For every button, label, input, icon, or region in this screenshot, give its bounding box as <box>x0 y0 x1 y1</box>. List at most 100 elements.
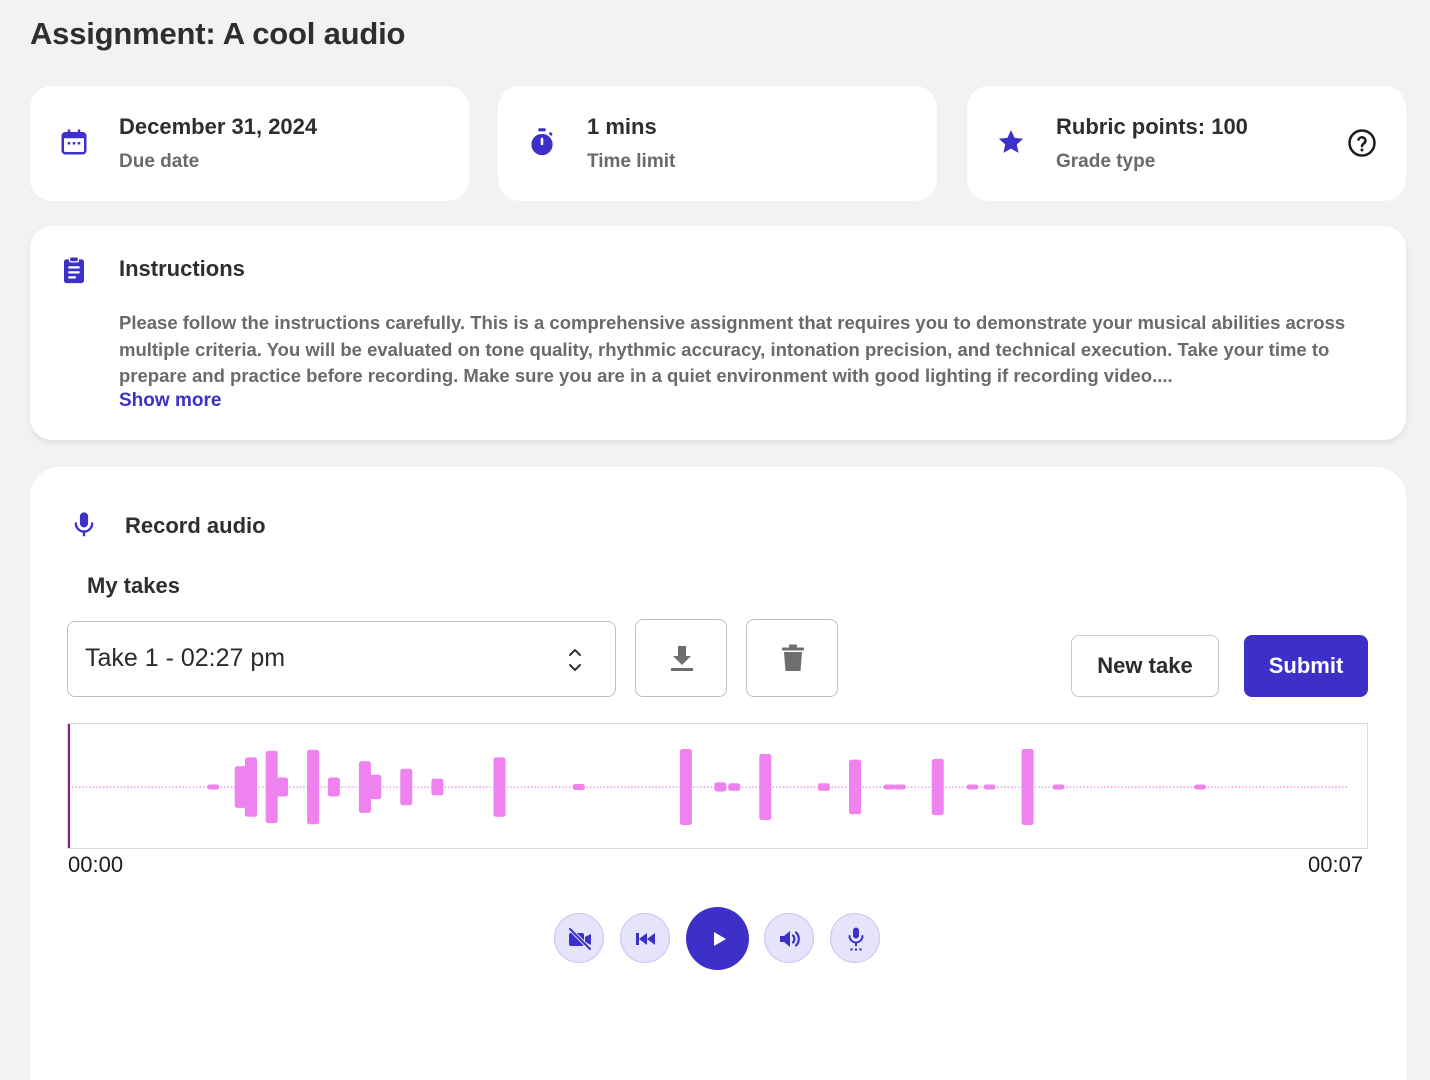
waveform-baseline-segment <box>1135 786 1137 788</box>
waveform-baseline-segment <box>562 786 564 788</box>
trash-icon <box>782 644 804 671</box>
take-select[interactable]: Take 1 - 02:27 pm <box>67 621 616 697</box>
waveform-baseline-segment <box>1321 786 1323 788</box>
waveform-baseline-segment <box>189 786 191 788</box>
camera-off-button[interactable] <box>554 913 604 963</box>
play-button[interactable] <box>686 907 749 970</box>
waveform-baseline-segment <box>158 786 160 788</box>
waveform-baseline-segment <box>1242 786 1244 788</box>
waveform-baseline-segment <box>658 786 661 788</box>
waveform-baseline-segment <box>1155 786 1158 788</box>
waveform-baseline-segment <box>613 786 616 788</box>
waveform-baseline-segment <box>1028 786 1030 788</box>
help-circle-icon[interactable] <box>1347 128 1377 158</box>
waveform-baseline-segment <box>72 786 74 788</box>
waveform-baseline-segment <box>1345 786 1348 788</box>
waveform-baseline-segment <box>1210 786 1213 788</box>
waveform-baseline-segment <box>558 786 561 788</box>
waveform-baseline-segment <box>223 786 226 788</box>
waveform-baseline-segment <box>793 786 795 788</box>
waveform-baseline-segment <box>113 786 115 788</box>
waveform-baseline-segment <box>1066 786 1068 788</box>
waveform-baseline-segment <box>707 786 709 788</box>
waveform[interactable] <box>67 723 1368 849</box>
waveform-baseline-segment <box>1273 786 1275 788</box>
waveform-baseline-segment <box>786 786 788 788</box>
waveform-baseline-segment <box>286 786 288 788</box>
playhead[interactable] <box>68 724 70 848</box>
waveform-baseline-segment <box>686 786 688 788</box>
volume-button[interactable] <box>764 913 814 963</box>
waveform-baseline-segment <box>810 786 813 788</box>
video-off-icon <box>568 927 592 951</box>
microphone-button[interactable] <box>830 913 880 963</box>
time-limit-card: 1 mins Time limit <box>498 86 937 201</box>
waveform-baseline-segment <box>1169 786 1172 788</box>
waveform-baseline-segment <box>1262 786 1265 788</box>
waveform-baseline-segment <box>579 786 581 788</box>
waveform-baseline-segment <box>1062 786 1065 788</box>
waveform-baseline-segment <box>1304 786 1306 788</box>
waveform-baseline-segment <box>151 786 153 788</box>
waveform-baseline-segment <box>320 786 323 788</box>
waveform-baseline-segment <box>1104 786 1106 788</box>
waveform-baseline-segment <box>1331 786 1334 788</box>
waveform-baseline-segment <box>541 786 543 788</box>
waveform-baseline-segment <box>1141 786 1144 788</box>
waveform-baseline-segment <box>413 786 416 788</box>
time-end: 00:07 <box>1308 852 1364 877</box>
waveform-baseline-segment <box>365 786 367 788</box>
waveform-baseline-segment <box>1300 786 1303 788</box>
my-takes-label: My takes <box>87 573 180 598</box>
waveform-baseline-segment <box>1324 786 1327 788</box>
waveform-baseline-segment <box>141 786 143 788</box>
waveform-baseline-segment <box>1328 786 1330 788</box>
waveform-baseline-segment <box>1245 786 1248 788</box>
waveform-baseline-segment <box>1128 786 1130 788</box>
waveform-baseline-segment <box>672 786 675 788</box>
new-take-button[interactable]: New take <box>1071 635 1219 697</box>
waveform-baseline-segment <box>745 786 747 788</box>
waveform-baseline-segment <box>610 786 612 788</box>
waveform-baseline-segment <box>1248 786 1251 788</box>
waveform-baseline-segment <box>1280 786 1282 788</box>
waveform-baseline-segment <box>1200 786 1203 788</box>
waveform-baseline-segment <box>769 786 771 788</box>
waveform-baseline-segment <box>755 786 757 788</box>
waveform-baseline-segment <box>979 786 982 788</box>
skip-back-button[interactable] <box>620 913 670 963</box>
waveform-baseline-segment <box>120 786 122 788</box>
waveform-baseline-segment <box>607 786 609 788</box>
waveform-baseline-segment <box>603 786 606 788</box>
delete-take-button[interactable] <box>746 619 838 697</box>
waveform-baseline-segment <box>1010 786 1013 788</box>
waveform-baseline-segment <box>1190 786 1192 788</box>
download-button[interactable] <box>635 619 727 697</box>
waveform-baseline-segment <box>85 786 88 788</box>
waveform-baseline-segment <box>921 786 923 788</box>
show-more-link[interactable]: Show more <box>119 390 221 412</box>
waveform-baseline-segment <box>907 786 909 788</box>
time-limit-label: Time limit <box>587 151 676 172</box>
waveform-baseline-segment <box>796 786 799 788</box>
waveform-baseline-segment <box>551 786 554 788</box>
waveform-baseline-segment <box>1145 786 1147 788</box>
waveform-baseline-segment <box>1090 786 1092 788</box>
waveform-baseline-segment <box>123 786 126 788</box>
record-audio-title: Record audio <box>125 513 266 538</box>
waveform-baseline-segment <box>945 786 947 788</box>
waveform-baseline-segment <box>1159 786 1161 788</box>
waveform-baseline-segment <box>254 786 257 788</box>
waveform-baseline-segment <box>1214 786 1216 788</box>
waveform-baseline-segment <box>1076 786 1078 788</box>
waveform-baseline-segment <box>462 786 464 788</box>
waveform-baseline-segment <box>776 786 778 788</box>
submit-button[interactable]: Submit <box>1244 635 1368 697</box>
waveform-baseline-segment <box>524 786 526 788</box>
waveform-baseline-segment <box>1314 786 1317 788</box>
waveform-baseline-segment <box>1290 786 1292 788</box>
waveform-baseline-segment <box>959 786 961 788</box>
waveform-baseline-segment <box>1100 786 1103 788</box>
waveform-baseline-segment <box>486 786 488 788</box>
microphone-icon <box>848 927 864 951</box>
